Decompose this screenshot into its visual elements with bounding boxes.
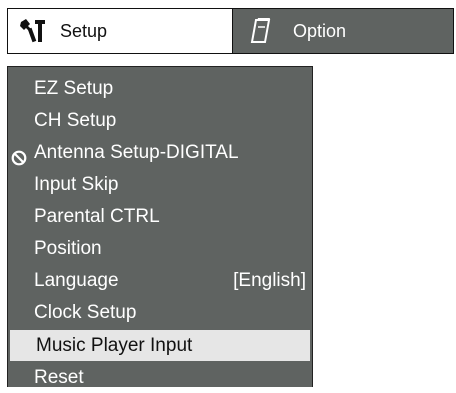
menu-item-ez-setup[interactable]: EZ Setup [8,73,312,104]
menu-item-music-player-input[interactable]: Music Player Input [10,330,310,361]
menu-item-label: Position [34,238,102,259]
language-value: [English] [233,270,306,291]
notepad-icon [247,16,277,46]
menu-item-label: Parental CTRL [34,206,160,227]
tab-option[interactable]: Option [233,8,454,54]
menu-item-parental-ctrl[interactable]: Parental CTRL [8,201,312,232]
wrench-icon [18,16,48,46]
menu-item-label: Antenna Setup-DIGITAL [34,142,239,163]
menu-item-input-skip[interactable]: Input Skip [8,169,312,200]
tab-setup[interactable]: Setup [7,8,233,54]
menu-item-label: Music Player Input [36,335,193,356]
menu-item-ch-setup[interactable]: CH Setup [8,105,312,136]
tab-option-label: Option [293,20,347,41]
menu-item-clock-setup[interactable]: Clock Setup [8,297,312,328]
menu-item-position[interactable]: Position [8,233,312,264]
menu-item-label: Language [34,270,119,291]
setup-menu: EZ Setup CH Setup Antenna Setup-DIGITAL … [7,66,313,388]
menu-item-reset[interactable]: Reset [8,362,312,393]
menu-item-label: Reset [34,367,84,388]
tab-bar: Setup Option [7,8,454,54]
tab-setup-label: Setup [60,20,108,41]
menu-item-label: Clock Setup [34,302,137,323]
menu-item-label: Input Skip [34,174,119,195]
menu-item-language[interactable]: Language [English] [8,265,312,296]
menu-item-label: CH Setup [34,110,117,131]
menu-item-label: EZ Setup [34,78,114,99]
menu-item-antenna-setup-digital[interactable]: Antenna Setup-DIGITAL [8,137,312,168]
prohibited-icon [11,145,27,166]
